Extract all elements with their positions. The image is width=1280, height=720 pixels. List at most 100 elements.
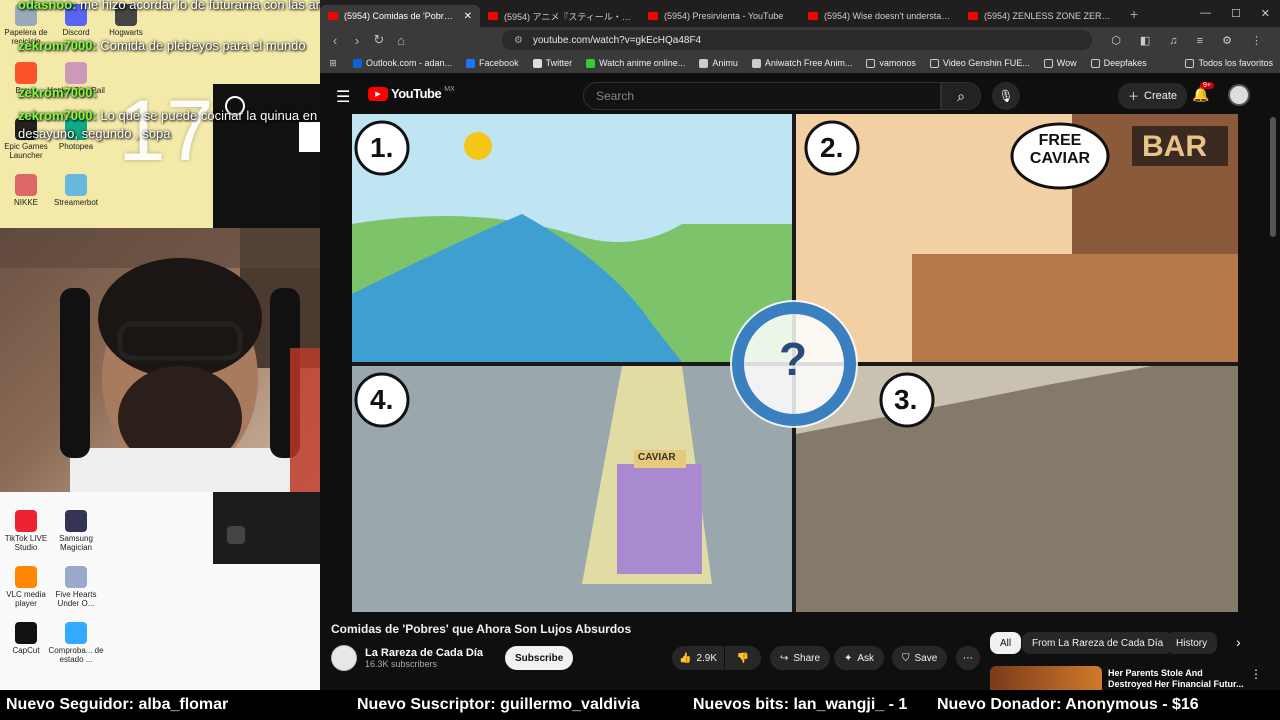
youtube-page: ☰ ▶ YouTube MX Search ⌕ 🎙 ＋Create 🔔 9+ xyxy=(320,73,1280,690)
samsung-magician-icon xyxy=(65,510,87,532)
channel-avatar[interactable] xyxy=(331,645,357,671)
desktop-icon-samsung-magician[interactable]: Samsung Magician xyxy=(46,510,106,552)
bookmark-item[interactable]: Animu xyxy=(692,58,745,68)
channel-name[interactable]: La Rareza de Cada Día xyxy=(365,647,483,659)
more-actions-button[interactable]: ⋯ xyxy=(956,646,980,670)
maximize-icon[interactable]: ☐ xyxy=(1231,7,1241,20)
plus-icon: ＋ xyxy=(1128,91,1139,103)
close-tab-icon[interactable]: ✕ xyxy=(464,11,472,22)
folder-icon xyxy=(1185,58,1195,68)
aniwatch-icon xyxy=(751,58,761,68)
bookmarks-bar: ⊞ Outlook.com - adan... Facebook Twitter… xyxy=(320,53,1280,73)
panel-number-2: 2. xyxy=(820,132,844,163)
minimize-icon[interactable]: — xyxy=(1200,7,1211,20)
sparkle-icon: ✦ xyxy=(844,652,853,664)
channel-info: La Rareza de Cada Día 16.3K subscribers xyxy=(365,647,483,669)
panel-number-4: 4. xyxy=(370,384,394,415)
bookmark-folder[interactable]: Video Genshin FUE... xyxy=(923,58,1037,68)
dislike-button[interactable]: 👎 xyxy=(725,646,761,670)
search-button[interactable]: ⌕ xyxy=(941,82,981,110)
create-button[interactable]: ＋ Create xyxy=(1118,83,1188,109)
grid-icon xyxy=(227,526,245,544)
filter-chip-history[interactable]: History xyxy=(1166,632,1218,654)
chevron-right-icon[interactable]: › xyxy=(1236,634,1241,650)
chat-overlay: odasnoo: me hizo acordar lo de futurama … xyxy=(0,0,377,150)
tab[interactable]: (5954) Presirvienta - YouTube xyxy=(640,5,800,27)
streamer-webcam-image xyxy=(0,228,356,508)
tab[interactable]: (5954) ZENLESS ZONE ZERO - Resum xyxy=(960,5,1120,27)
youtube-play-icon: ▶ xyxy=(368,86,388,101)
extensions-toolbar[interactable]: ⬡ ◧ ♫ ≡ ⚙ ⋮ xyxy=(1111,34,1270,47)
bookmark-folder[interactable]: Deepfakes xyxy=(1084,58,1154,68)
filter-chip-channel[interactable]: From La Rareza de Cada Día xyxy=(1022,632,1174,654)
notification-badge: 9+ xyxy=(1200,82,1214,89)
tab[interactable]: (5954) Wise doesn't understand girl xyxy=(800,5,960,27)
ticker-donor: Nuevo Donador: Anonymous - $16 xyxy=(937,696,1199,713)
home-icon[interactable]: ⌂ xyxy=(390,33,412,48)
bookmark-item[interactable]: Aniwatch Free Anim... xyxy=(745,58,860,68)
tab-bar: (5954) Comidas de 'Pobres' q ✕ (5954) アニメ… xyxy=(320,0,1280,27)
folder-icon xyxy=(1090,58,1100,68)
menu-icon[interactable]: ☰ xyxy=(336,87,350,107)
filter-chip-all[interactable]: All xyxy=(990,632,1022,654)
desktop-icon-streamerbot[interactable]: Streamerbot xyxy=(46,174,106,207)
youtube-favicon-icon xyxy=(488,12,498,20)
address-bar-row: ‹ › ↻ ⌂ ⚙ youtube.com/watch?v=gkEcHQa48F… xyxy=(320,27,1280,53)
bookmark-item[interactable]: Facebook xyxy=(459,58,526,68)
folder-icon xyxy=(866,58,876,68)
search-icon: ⌕ xyxy=(957,87,965,104)
panel-number-3: 3. xyxy=(894,384,918,415)
youtube-logo[interactable]: ▶ YouTube MX xyxy=(368,86,455,101)
share-icon: ↪ xyxy=(780,652,789,664)
search-input[interactable]: Search xyxy=(583,82,941,110)
youtube-favicon-icon xyxy=(648,12,658,20)
recommendation-thumbnail[interactable] xyxy=(990,666,1102,690)
account-avatar[interactable] xyxy=(1228,84,1250,106)
animu-icon xyxy=(699,58,709,68)
all-bookmarks-folder[interactable]: Todos los favoritos xyxy=(1178,58,1280,68)
nikke-icon xyxy=(15,174,37,196)
five-hearts-icon xyxy=(65,566,87,588)
tab-active[interactable]: (5954) Comidas de 'Pobres' q ✕ xyxy=(320,5,480,27)
panel-number-1: 1. xyxy=(370,132,394,163)
chat-message: zekrom7000: xyxy=(18,85,97,100)
new-tab-button[interactable]: + xyxy=(1130,6,1138,22)
page-scrollbar[interactable] xyxy=(1270,117,1276,237)
recommendation-menu-icon[interactable]: ⋮ xyxy=(1250,667,1262,681)
health-check-icon xyxy=(65,622,87,644)
apps-grid-icon[interactable]: ⊞ xyxy=(320,58,346,69)
chat-message: zekrom7000: Comida de plebeyos para el m… xyxy=(18,38,306,53)
ask-button[interactable]: ✦ Ask xyxy=(834,646,885,670)
voice-search-button[interactable]: 🎙 xyxy=(992,82,1020,110)
share-button[interactable]: ↪ Share xyxy=(770,646,831,670)
url-field[interactable]: ⚙ youtube.com/watch?v=gkEcHQa48F4 xyxy=(502,30,1092,50)
bookmark-item[interactable]: Twitter xyxy=(526,58,580,68)
desktop-icon-five-hearts[interactable]: Five Hearts Under O... xyxy=(46,566,106,608)
microphone-icon: 🎙 xyxy=(998,89,1014,103)
bookmark-folder[interactable]: Wow xyxy=(1037,58,1084,68)
like-button[interactable]: 👍 2.9K xyxy=(672,646,724,670)
desktop-icon-health-check[interactable]: Comproba... de estado ... xyxy=(46,622,106,664)
subscriber-count: 16.3K subscribers xyxy=(365,659,438,669)
recommendation-title[interactable]: Her Parents Stole And Destroyed Her Fina… xyxy=(1108,668,1248,690)
forward-icon[interactable]: › xyxy=(346,33,368,48)
notifications-button[interactable]: 🔔 9+ xyxy=(1192,82,1214,103)
channel-row: La Rareza de Cada Día 16.3K subscribers … xyxy=(331,644,574,672)
bookmark-folder[interactable]: vamonos xyxy=(859,58,923,68)
site-info-icon[interactable]: ⚙ xyxy=(514,35,523,46)
video-player[interactable]: 1. 2. 3. 4. FREE CAVIAR BAR CAVIAR ? xyxy=(352,114,1238,612)
facebook-icon xyxy=(466,58,476,68)
back-icon[interactable]: ‹ xyxy=(324,33,346,48)
close-window-icon[interactable]: ✕ xyxy=(1261,7,1270,20)
folder-icon xyxy=(929,58,939,68)
subscribe-button[interactable]: Subscribe xyxy=(505,646,574,670)
outlook-icon xyxy=(353,58,362,68)
bookmark-item[interactable]: Watch anime online... xyxy=(579,58,692,68)
bookmark-item[interactable]: Outlook.com - adan... xyxy=(346,58,459,68)
twitter-icon xyxy=(532,58,542,68)
folder-icon xyxy=(1043,58,1053,68)
tab[interactable]: (5954) アニメ『スティール・ボール・ラン ジョ xyxy=(480,5,640,27)
thumbs-up-icon: 👍 xyxy=(678,652,692,664)
reload-icon[interactable]: ↻ xyxy=(368,32,390,48)
save-button[interactable]: ⛉ Save xyxy=(892,646,948,670)
